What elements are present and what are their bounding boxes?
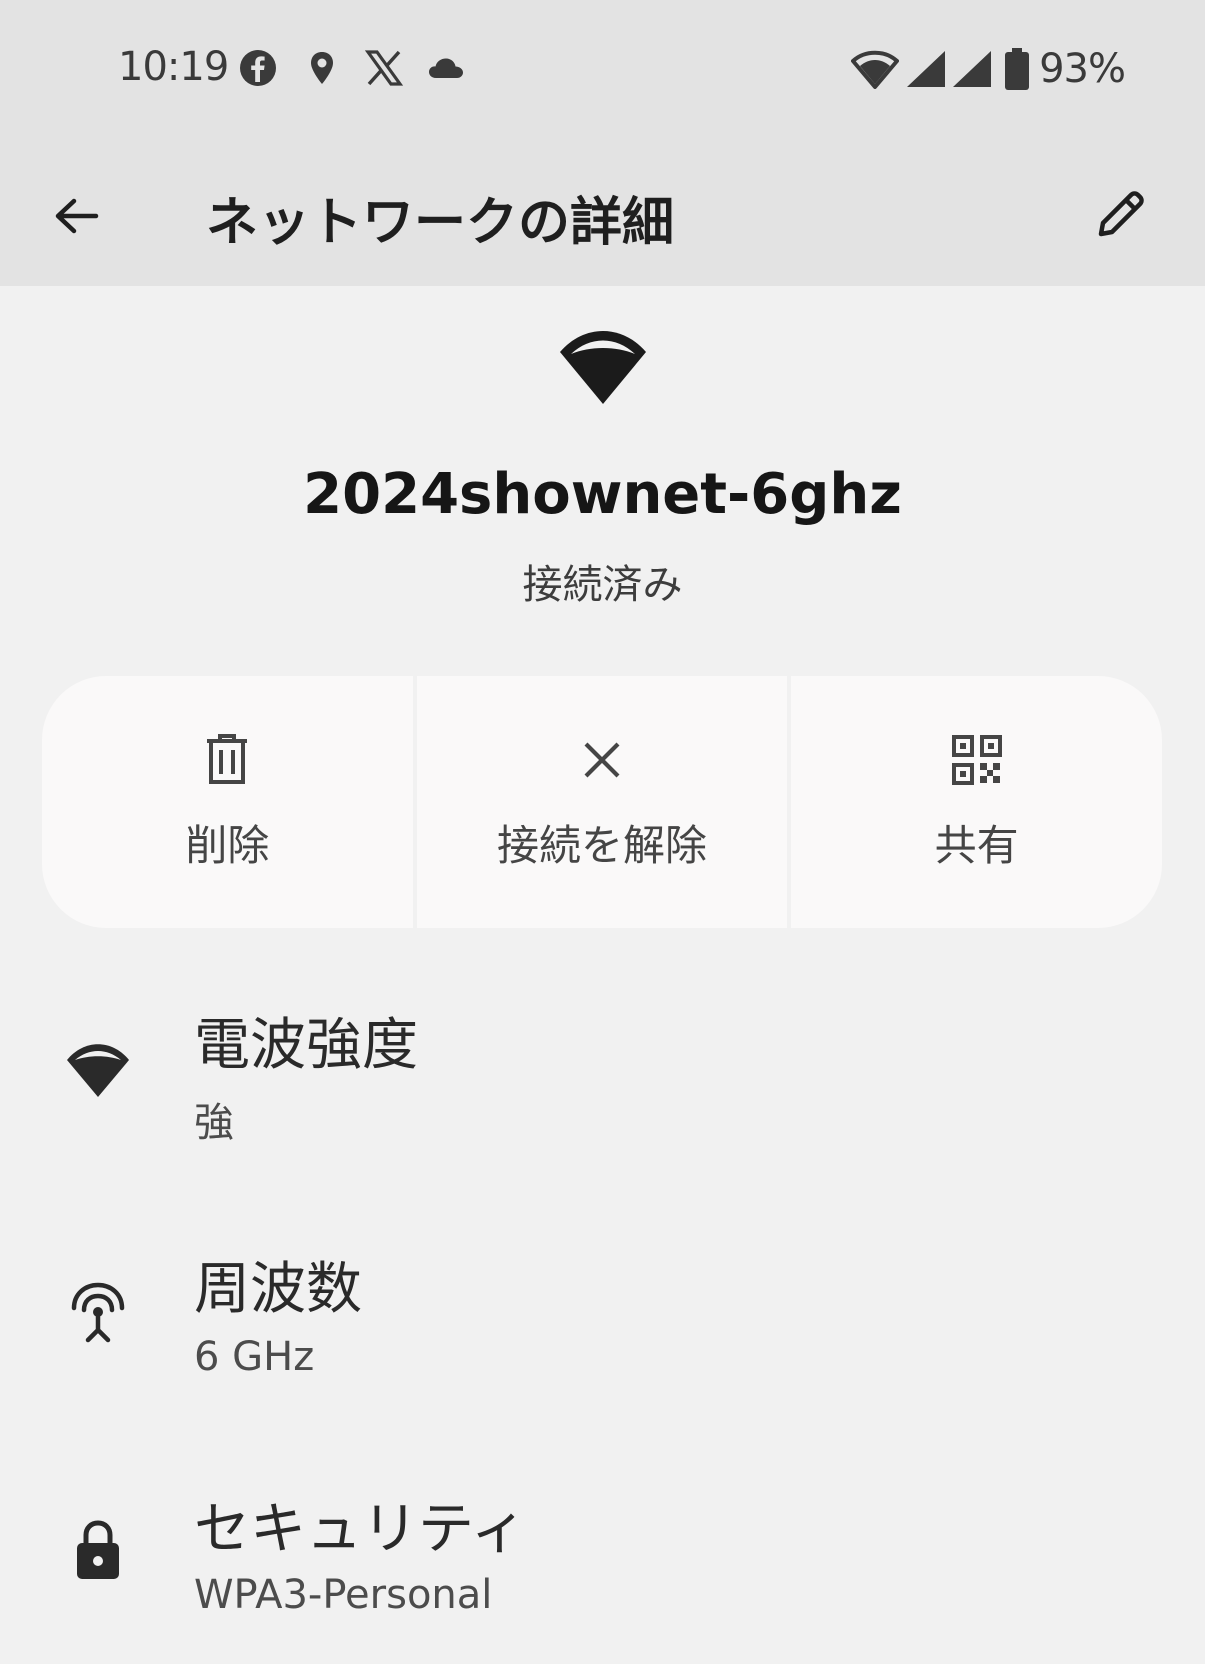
battery-icon bbox=[1005, 48, 1030, 90]
status-right-group: 93% bbox=[851, 44, 1126, 94]
connection-status: 接続済み bbox=[522, 562, 683, 608]
action-bar: 削除 接続を解除 共有 bbox=[42, 676, 1163, 928]
delete-button[interactable]: 削除 bbox=[42, 676, 413, 928]
security-row[interactable]: セキュリティ WPA3-Personal bbox=[0, 1484, 1205, 1664]
wifi-icon bbox=[851, 50, 900, 89]
disconnect-label: 接続を解除 bbox=[497, 821, 708, 870]
delete-label: 削除 bbox=[185, 821, 270, 870]
battery-percent: 93% bbox=[1039, 46, 1126, 92]
lock-icon bbox=[77, 1520, 119, 1579]
frequency-title: 周波数 bbox=[194, 1257, 362, 1322]
qr-code-icon bbox=[951, 735, 1002, 785]
security-value: WPA3-Personal bbox=[194, 1572, 493, 1618]
share-label: 共有 bbox=[934, 821, 1019, 870]
wifi-signal-icon bbox=[67, 1044, 129, 1097]
signal-strength-value: 強 bbox=[194, 1100, 234, 1146]
edit-button[interactable] bbox=[1085, 178, 1157, 250]
antenna-icon bbox=[71, 1282, 125, 1343]
pencil-icon bbox=[1098, 191, 1144, 237]
frequency-value: 6 GHz bbox=[194, 1334, 315, 1380]
cloud-icon bbox=[429, 58, 463, 78]
wifi-strong-icon bbox=[560, 331, 646, 404]
security-title: セキュリティ bbox=[194, 1497, 527, 1562]
trash-icon bbox=[207, 734, 248, 784]
status-bar: 10:19 93% bbox=[0, 0, 1205, 140]
x-icon bbox=[364, 50, 404, 86]
back-button[interactable] bbox=[40, 180, 112, 252]
page-title: ネットワークの詳細 bbox=[206, 193, 675, 253]
signal-strength-title: 電波強度 bbox=[194, 1013, 418, 1078]
signal-strength-row[interactable]: 電波強度 強 bbox=[0, 1000, 1205, 1180]
status-time: 10:19 bbox=[118, 44, 229, 90]
network-ssid: 2024shownet-6ghz bbox=[303, 462, 902, 527]
app-bar: ネットワークの詳細 bbox=[0, 140, 1205, 286]
signal-icon bbox=[907, 51, 946, 87]
share-button[interactable]: 共有 bbox=[791, 676, 1163, 928]
signal-icon bbox=[953, 51, 992, 87]
close-icon bbox=[584, 742, 620, 778]
disconnect-button[interactable]: 接続を解除 bbox=[416, 676, 788, 928]
arrow-back-icon bbox=[55, 198, 99, 234]
location-icon bbox=[311, 52, 333, 84]
facebook-icon bbox=[240, 50, 276, 86]
frequency-row[interactable]: 周波数 6 GHz bbox=[0, 1244, 1205, 1424]
